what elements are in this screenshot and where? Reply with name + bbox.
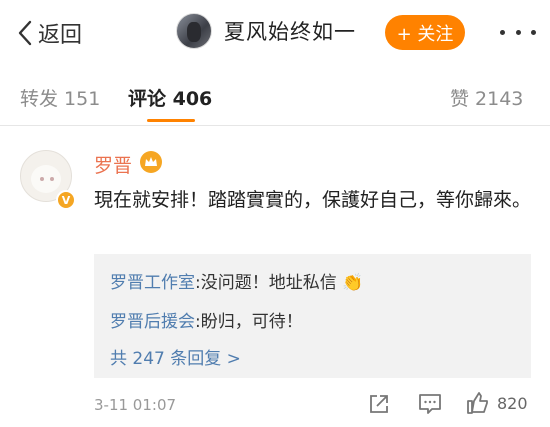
tab-reposts[interactable]: 转发 151 bbox=[20, 84, 100, 111]
dot bbox=[500, 29, 505, 35]
username[interactable]: 夏风始终如一 bbox=[224, 16, 356, 46]
more-replies-link[interactable]: 共 247 条回复 > bbox=[110, 344, 241, 369]
dot bbox=[515, 29, 521, 35]
avatar[interactable] bbox=[176, 13, 212, 49]
avatar-face bbox=[31, 165, 61, 193]
comment-time: 3-11 01:07 bbox=[94, 396, 177, 414]
reply-text: :盼归，可待！ bbox=[195, 312, 303, 332]
like-count: 820 bbox=[497, 394, 528, 413]
more-icon[interactable] bbox=[500, 20, 536, 44]
tab-likes[interactable]: 赞 2143 bbox=[450, 84, 523, 111]
back-button[interactable]: 返回 bbox=[14, 16, 82, 50]
like-icon[interactable] bbox=[466, 391, 490, 419]
dot bbox=[531, 29, 536, 35]
comment-text: 現在就安排！踏踏實實的，保護好自己，等你歸來。 bbox=[94, 189, 532, 211]
verified-badge-icon: V bbox=[56, 190, 76, 210]
top-bar: 返回 夏风始终如一 + 关注 bbox=[0, 0, 550, 64]
reply-text: :没问题！地址私信 👏 bbox=[195, 273, 364, 293]
follow-button[interactable]: + 关注 bbox=[385, 15, 465, 50]
comment-author[interactable]: 罗晋 bbox=[94, 151, 132, 178]
back-label: 返回 bbox=[38, 23, 83, 48]
reply-item[interactable]: 罗晋工作室:没问题！地址私信 👏 bbox=[110, 268, 363, 293]
crown-icon bbox=[140, 151, 162, 173]
comment-icon[interactable] bbox=[418, 393, 442, 419]
chevron-left-icon bbox=[14, 16, 36, 50]
reply-author[interactable]: 罗晋后援会 bbox=[110, 312, 195, 332]
reply-item[interactable]: 罗晋后援会:盼归，可待！ bbox=[110, 307, 303, 332]
replies-box[interactable]: 罗晋工作室:没问题！地址私信 👏 罗晋后援会:盼归，可待！ 共 247 条回复 … bbox=[94, 254, 531, 378]
avatar-eye bbox=[50, 177, 54, 181]
avatar-eye bbox=[40, 177, 44, 181]
reply-author[interactable]: 罗晋工作室 bbox=[110, 273, 195, 293]
tab-indicator bbox=[147, 119, 195, 122]
share-icon[interactable] bbox=[368, 393, 390, 419]
tab-bar: 转发 151 评论 406 赞 2143 bbox=[0, 64, 550, 126]
tab-comments[interactable]: 评论 406 bbox=[128, 84, 212, 111]
post-author[interactable]: 夏风始终如一 bbox=[176, 13, 356, 49]
